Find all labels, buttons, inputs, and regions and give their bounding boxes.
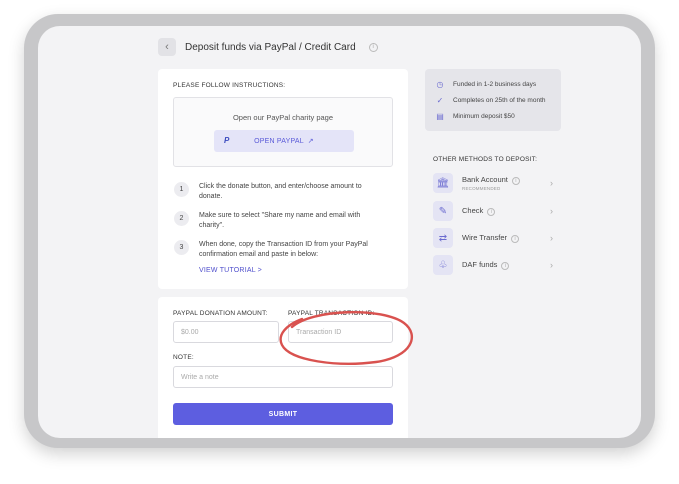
method-check[interactable]: ✎ Check i › (433, 200, 563, 222)
method-label: Wire Transfer (462, 233, 508, 243)
method-text: DAF funds i (462, 260, 510, 270)
receipt-icon: ▤ (436, 112, 444, 121)
chevron-right-icon: › (550, 206, 553, 216)
info-row-funded: ◷ Funded in 1-2 business days (435, 80, 537, 89)
info-text: Completes on 25th of the month (453, 97, 546, 104)
instructions-card: PLEASE FOLLOW INSTRUCTIONS: Open our Pay… (158, 69, 408, 289)
page-title: Deposit funds via PayPal / Credit Card (185, 41, 356, 53)
device-frame: ‹ Deposit funds via PayPal / Credit Card… (24, 14, 655, 448)
info-icon: i (487, 207, 496, 216)
amount-label: PAYPAL DONATION AMOUNT: (173, 310, 268, 317)
info-icon: i (501, 261, 510, 270)
step-number: 2 (174, 211, 189, 226)
note-input[interactable]: Write a note (173, 366, 393, 388)
step-number: 3 (174, 240, 189, 255)
back-button[interactable]: ‹ (158, 38, 176, 56)
info-icon[interactable]: i (368, 42, 378, 52)
clock-icon: ◷ (436, 80, 444, 89)
paypal-logo-icon: P (224, 136, 230, 145)
deposit-form-card: PAYPAL DONATION AMOUNT: $0.00 PAYPAL TRA… (158, 297, 408, 438)
page-header: ‹ Deposit funds via PayPal / Credit Card… (158, 38, 378, 56)
screen: ‹ Deposit funds via PayPal / Credit Card… (38, 26, 641, 438)
info-row-completes: ✓ Completes on 25th of the month (435, 96, 546, 105)
external-link-icon: ↗ (307, 138, 314, 145)
open-paypal-label: OPEN PAYPAL (254, 137, 304, 145)
submit-button[interactable]: SUBMIT (173, 403, 393, 425)
method-label: Check (462, 206, 484, 216)
wire-transfer-icon: ⇄ (433, 228, 453, 248)
amount-input[interactable]: $0.00 (173, 321, 279, 343)
transaction-id-input[interactable]: Transaction ID (288, 321, 393, 343)
method-daf-funds[interactable]: ♧ DAF funds i › (433, 254, 563, 276)
info-text: Minimum deposit $50 (453, 113, 515, 120)
daf-icon: ♧ (433, 255, 453, 275)
info-row-minimum: ▤ Minimum deposit $50 (435, 112, 515, 121)
instructions-heading: PLEASE FOLLOW INSTRUCTIONS: (173, 82, 286, 89)
info-icon: i (511, 234, 520, 243)
chevron-left-icon: ‹ (165, 41, 169, 53)
chevron-right-icon: › (550, 260, 553, 270)
method-text: Wire Transfer i (462, 233, 520, 243)
paypal-charity-box: Open our PayPal charity page P OPEN PAYP… (173, 97, 393, 167)
step-text: When done, copy the Transaction ID from … (199, 241, 368, 258)
step-3: 3 When done, copy the Transaction ID fro… (174, 240, 379, 259)
step-text: Click the donate button, and enter/choos… (199, 183, 362, 200)
recommended-badge: RECOMMENDED (462, 185, 501, 191)
open-paypal-button[interactable]: P OPEN PAYPAL ↗ (214, 130, 354, 152)
other-methods-heading: OTHER METHODS TO DEPOSIT: (433, 156, 538, 163)
view-tutorial-link[interactable]: VIEW TUTORIAL > (199, 267, 262, 274)
step-2: 2 Make sure to select "Share my name and… (174, 211, 379, 230)
deposit-info-card: ◷ Funded in 1-2 business days ✓ Complete… (425, 69, 561, 131)
method-label: DAF funds (462, 260, 498, 270)
method-text: Check i (462, 206, 496, 216)
transaction-id-label: PAYPAL TRANSACTION ID: (288, 310, 375, 317)
method-bank-account[interactable]: 🏛 Bank Account i RECOMMENDED › (433, 172, 563, 194)
check-doc-icon: ✎ (433, 201, 453, 221)
step-number: 1 (174, 182, 189, 197)
step-text: Make sure to select "Share my name and e… (199, 212, 361, 229)
check-icon: ✓ (436, 96, 444, 105)
chevron-right-icon: › (550, 233, 553, 243)
info-icon: i (511, 176, 520, 185)
method-text: Bank Account i RECOMMENDED (462, 175, 520, 191)
paypal-box-text: Open our PayPal charity page (232, 113, 334, 122)
info-text: Funded in 1-2 business days (453, 81, 537, 88)
chevron-right-icon: › (550, 178, 553, 188)
method-label: Bank Account (462, 175, 508, 185)
bank-icon: 🏛 (433, 173, 453, 193)
step-1: 1 Click the donate button, and enter/cho… (174, 182, 379, 201)
note-label: NOTE: (173, 354, 194, 361)
method-wire-transfer[interactable]: ⇄ Wire Transfer i › (433, 227, 563, 249)
